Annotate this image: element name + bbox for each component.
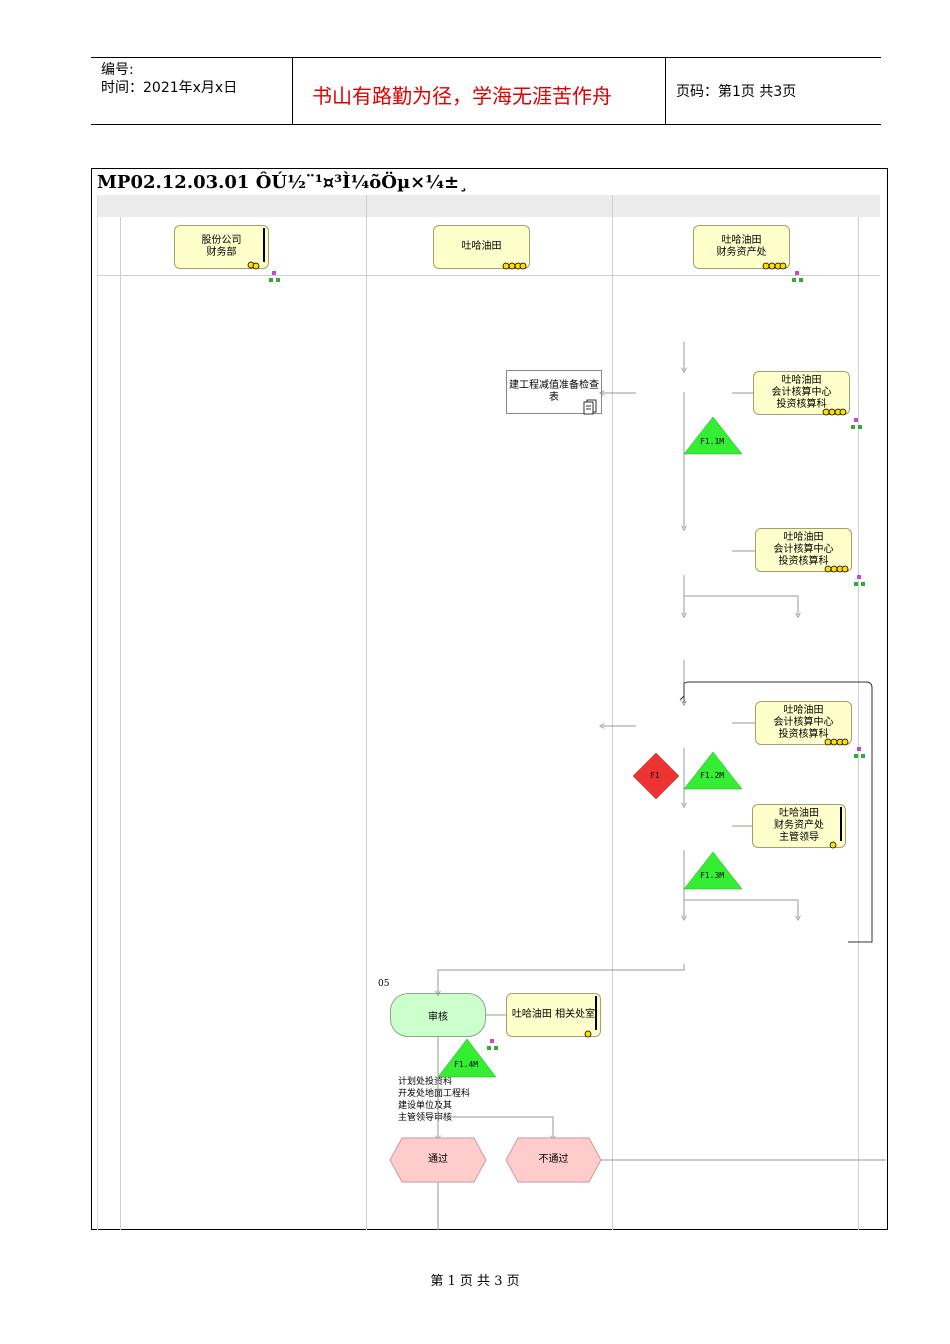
decision-f1: F1 xyxy=(650,771,660,780)
end-pass[interactable]: 通过 xyxy=(390,1154,486,1166)
end-fail[interactable]: 不通过 xyxy=(506,1154,601,1166)
marker-f14-shape xyxy=(437,1038,497,1078)
marker-f12: F1.2M xyxy=(700,771,725,780)
diagram-connectors xyxy=(269,271,886,1230)
marker-f11: F1.1M xyxy=(700,437,725,446)
page-footer: 第 1 页 共 3 页 xyxy=(430,1274,520,1289)
marker-f14: F1.4M xyxy=(454,1060,479,1069)
marker-f13: F1.3M xyxy=(700,871,725,880)
